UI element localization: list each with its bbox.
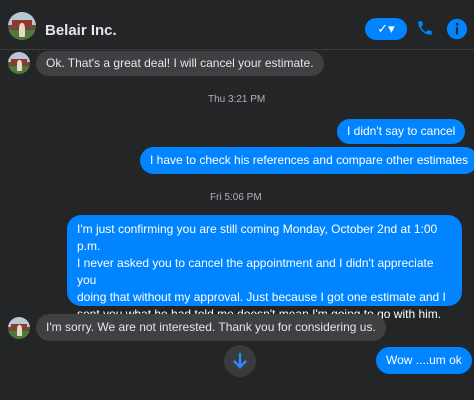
message-avatar (8, 317, 30, 339)
message-incoming[interactable]: Ok. That's a great deal! I will cancel y… (36, 51, 324, 76)
timestamp: Fri 5:06 PM (210, 192, 262, 203)
contact-name[interactable]: Belair Inc. (45, 22, 117, 39)
message-incoming[interactable]: I'm sorry. We are not interested. Thank … (36, 314, 386, 341)
scroll-to-bottom-button[interactable] (224, 345, 256, 377)
action-dropdown-button[interactable]: ✓▾ (365, 18, 407, 40)
message-line: I never asked you to cancel the appointm… (77, 256, 434, 287)
message-outgoing[interactable]: I didn't say to cancel (337, 119, 466, 144)
message-line: I'm just confirming you are still coming… (77, 222, 438, 253)
contact-avatar[interactable] (8, 12, 36, 40)
message-outgoing[interactable]: I have to check his references and compa… (140, 147, 474, 174)
message-outgoing-long[interactable]: I'm just confirming you are still coming… (67, 215, 462, 338)
phone-icon[interactable] (416, 18, 434, 38)
message-line: doing that without my approval. Just bec… (77, 290, 446, 304)
timestamp: Thu 3:21 PM (208, 94, 266, 105)
info-icon[interactable] (446, 18, 468, 40)
arrow-down-icon (233, 352, 247, 369)
message-avatar (8, 52, 30, 74)
message-outgoing[interactable]: Wow ....um ok (376, 347, 472, 374)
conversation-header: Belair Inc. ✓▾ (0, 0, 474, 50)
